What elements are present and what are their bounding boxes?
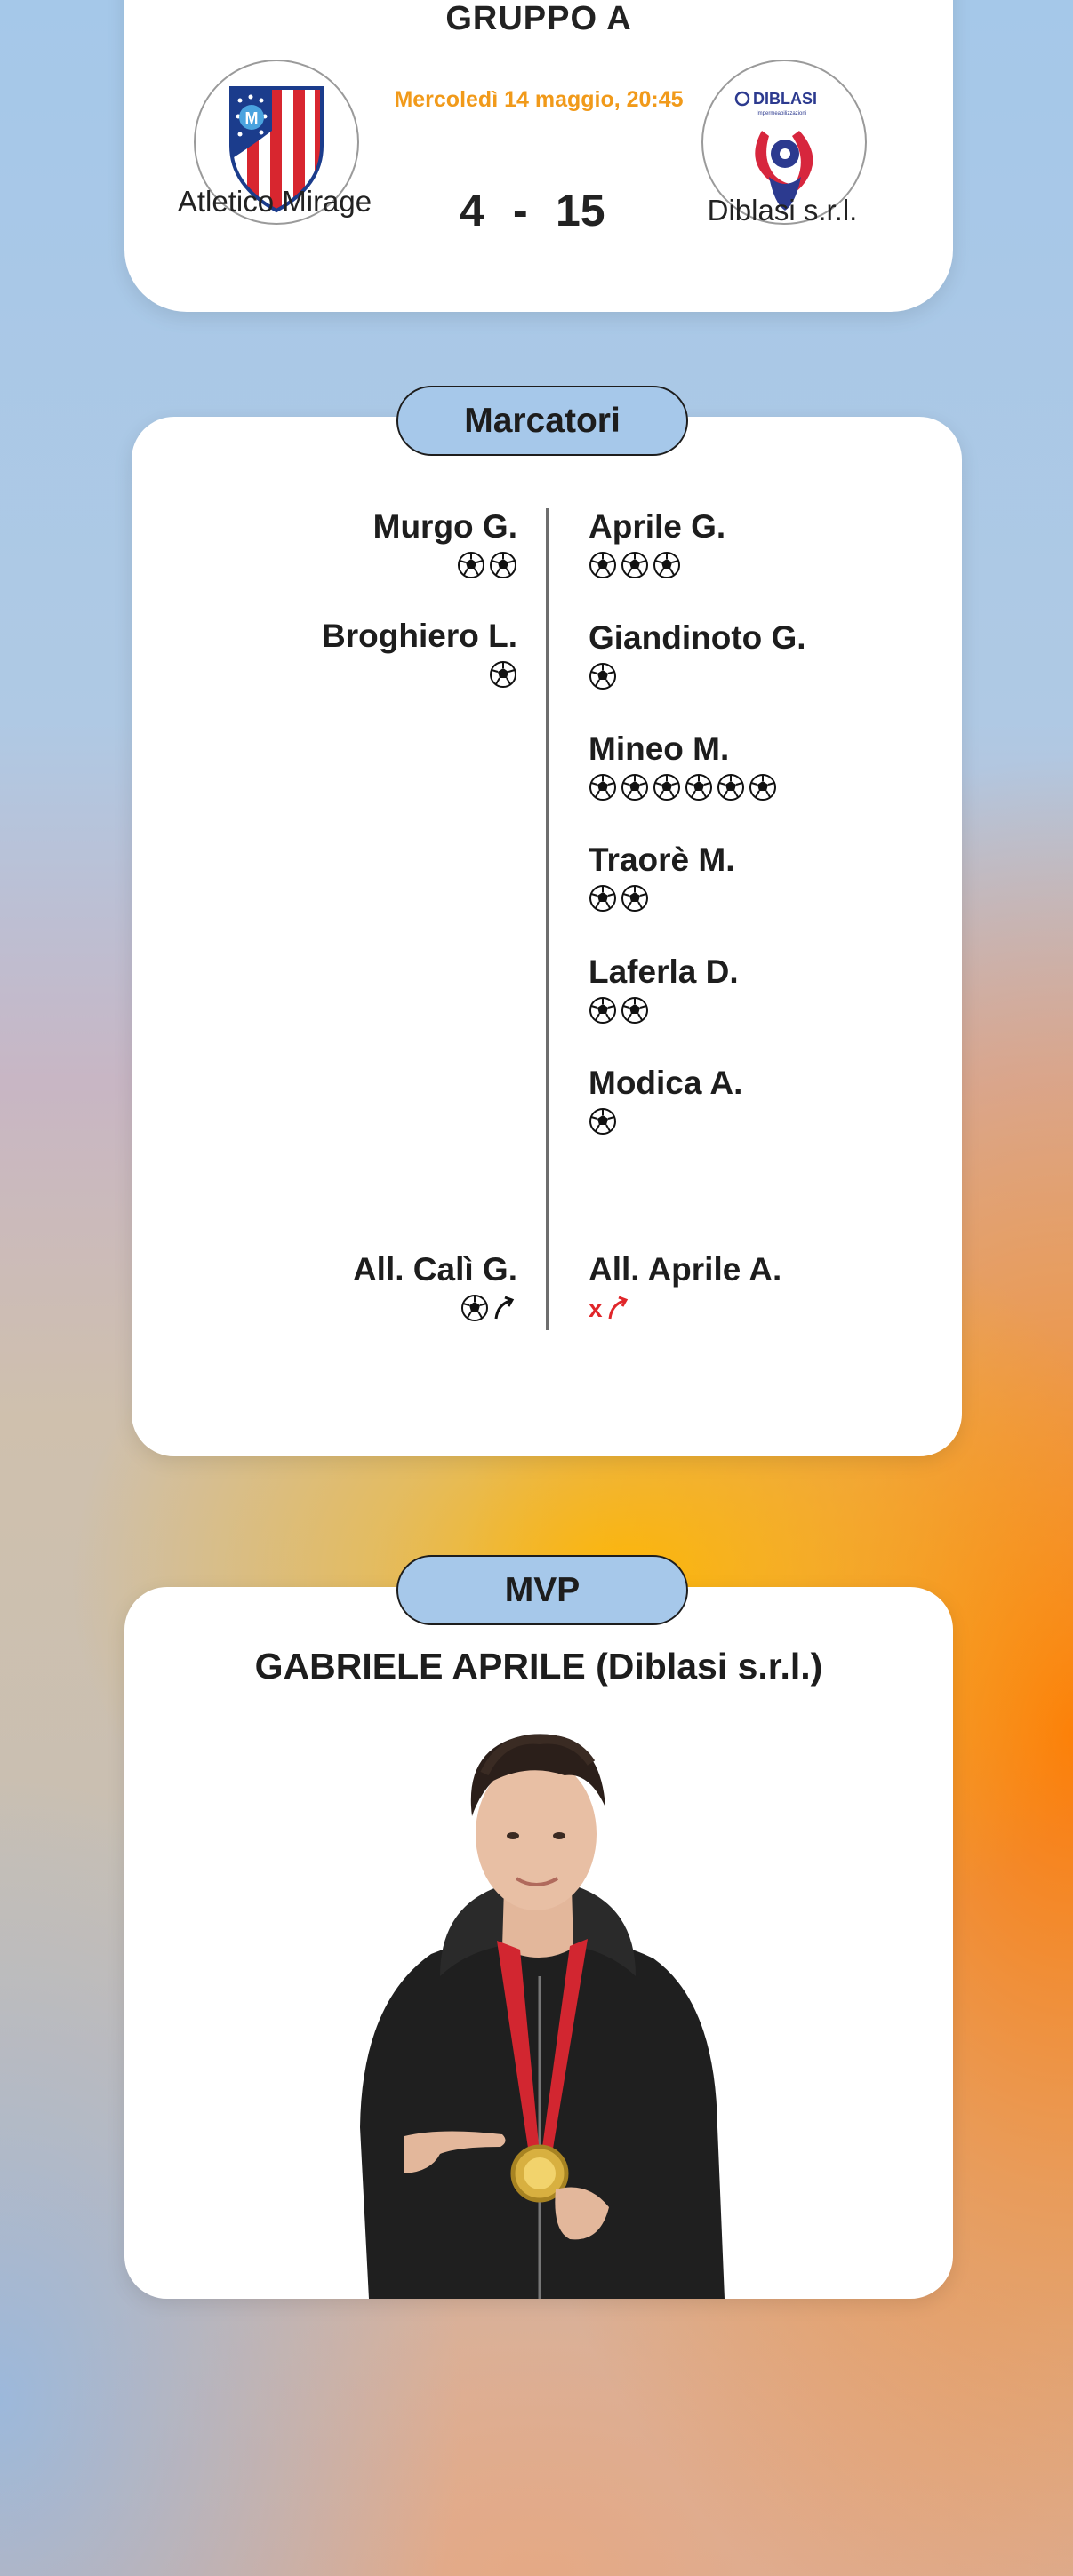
scorer-row: Mineo M. [589,730,777,803]
scorer-name: Aprile G. [589,508,726,545]
goal-icons [589,551,725,581]
coach-name: All. Aprile A. [589,1251,782,1288]
coach-name: All. Calì G. [352,1251,517,1288]
scorer-row: Modica A. [589,1065,742,1137]
soccer-ball-icon [589,552,616,578]
scorer-name: Mineo M. [589,730,730,767]
soccer-ball-icon [589,997,616,1024]
soccer-ball-icon [717,774,744,801]
soccer-ball-icon [589,774,616,801]
curved-arrow-icon [494,1296,515,1320]
scorer-row: Murgo G. [373,508,517,581]
curved-arrow-red-icon [608,1296,628,1320]
scorer-row: Traorè M. [589,841,735,914]
scorers-divider [546,508,549,1330]
soccer-ball-icon [461,1295,488,1321]
soccer-ball-icon [653,774,680,801]
diblasi-logo-text: DIBLASI [753,90,817,108]
coach-marker: x [589,1294,781,1324]
scorer-name: Murgo G. [372,508,517,545]
group-title: GRUPPO A [445,0,632,37]
soccer-ball-icon [621,774,648,801]
soccer-ball-icon [749,774,776,801]
scorer-row: Broghiero L. [322,618,517,690]
soccer-ball-icon [589,663,616,690]
scorer-name: Laferla D. [589,953,739,990]
scorer-row: Aprile G. [589,508,725,581]
coach-row: All. Calì G. [353,1251,517,1324]
soccer-ball-icon [653,552,680,578]
mvp-card: GABRIELE APRILE (Diblasi s.r.l.) [124,1587,953,2299]
soccer-ball-icon [490,552,516,578]
scorer-name: Giandinoto G. [589,619,806,656]
soccer-ball-icon [621,552,648,578]
goal-icons [589,662,806,692]
soccer-ball-icon [685,774,712,801]
away-team-name: Diblasi s.r.l. [707,194,858,227]
goal-icons [589,996,739,1026]
scorers-card: Murgo G. Broghiero L. All. Calì G. April… [132,417,962,1456]
soccer-ball-icon [621,885,648,912]
mvp-title-pill: MVP [396,1555,688,1625]
goal-icons [322,660,517,690]
goal-icons [373,551,517,581]
home-team-name: Atletico Mirage [177,185,372,218]
scorer-row: Giandinoto G. [589,619,806,692]
soccer-ball-icon [458,552,484,578]
scorer-row: Laferla D. [589,953,739,1026]
diblasi-logo-subtext: Impermeabilizzazioni [757,111,806,116]
svg-text:M: M [245,109,259,127]
x-icon: x [589,1295,603,1322]
coach-row: All. Aprile A. x [589,1251,781,1324]
score-separator: - [513,186,528,235]
coach-marker [353,1294,517,1324]
away-score: 15 [556,186,605,235]
soccer-ball-icon [621,997,648,1024]
goal-icons [589,1107,742,1137]
goal-icons [589,773,777,803]
soccer-ball-icon [589,1108,616,1135]
scorer-name: Traorè M. [589,841,735,878]
home-score: 4 [460,186,484,235]
match-card: GRUPPO A Mercoledì 14 maggio, 20:45 M DI… [124,0,953,312]
mvp-player-photo [360,1734,725,2299]
scorers-title-pill: Marcatori [396,386,688,456]
mvp-player-name: GABRIELE APRILE (Diblasi s.r.l.) [254,1646,823,1687]
scorer-name: Broghiero L. [322,618,517,654]
soccer-ball-icon [589,885,616,912]
goal-icons [589,884,735,914]
soccer-ball-icon [490,661,516,688]
scorer-name: Modica A. [589,1065,743,1101]
